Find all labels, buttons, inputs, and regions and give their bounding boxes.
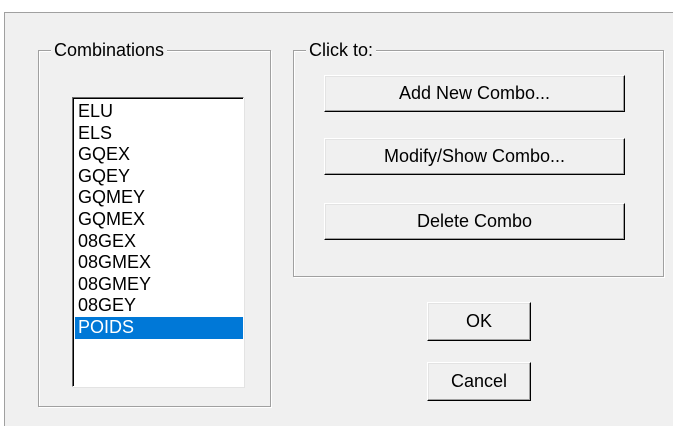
combination-list-item[interactable]: GQMEY (75, 187, 243, 209)
click-to-legend: Click to: (306, 39, 377, 61)
combination-list-item[interactable]: ELU (75, 101, 243, 123)
define-combinations-dialog: Combinations ELU ELS GQEX GQEY GQMEY GQMEX 08G… (4, 12, 673, 426)
combination-list-item[interactable]: POIDS (75, 316, 243, 339)
cancel-button[interactable]: Cancel (427, 362, 531, 401)
combination-list-item[interactable]: 08GMEY (75, 274, 243, 296)
modify-show-combo-button[interactable]: Modify/Show Combo... (324, 138, 625, 175)
combination-list-item[interactable]: ELS (75, 123, 243, 145)
add-new-combo-button[interactable]: Add New Combo... (324, 75, 625, 112)
ok-button[interactable]: OK (427, 302, 531, 341)
combination-list-item[interactable]: 08GMEX (75, 252, 243, 274)
combinations-legend: Combinations (51, 39, 168, 61)
combinations-listbox[interactable]: ELU ELS GQEX GQEY GQMEY GQMEX 08GEX 08GMEX 08GME… (72, 97, 244, 387)
combination-list-item[interactable]: GQEY (75, 166, 243, 188)
combination-list-item[interactable]: GQEX (75, 144, 243, 166)
delete-combo-button[interactable]: Delete Combo (324, 203, 625, 240)
combination-list-item[interactable]: 08GEY (75, 295, 243, 317)
combination-list-item[interactable]: 08GEX (75, 231, 243, 253)
combination-list-item[interactable]: GQMEX (75, 209, 243, 231)
